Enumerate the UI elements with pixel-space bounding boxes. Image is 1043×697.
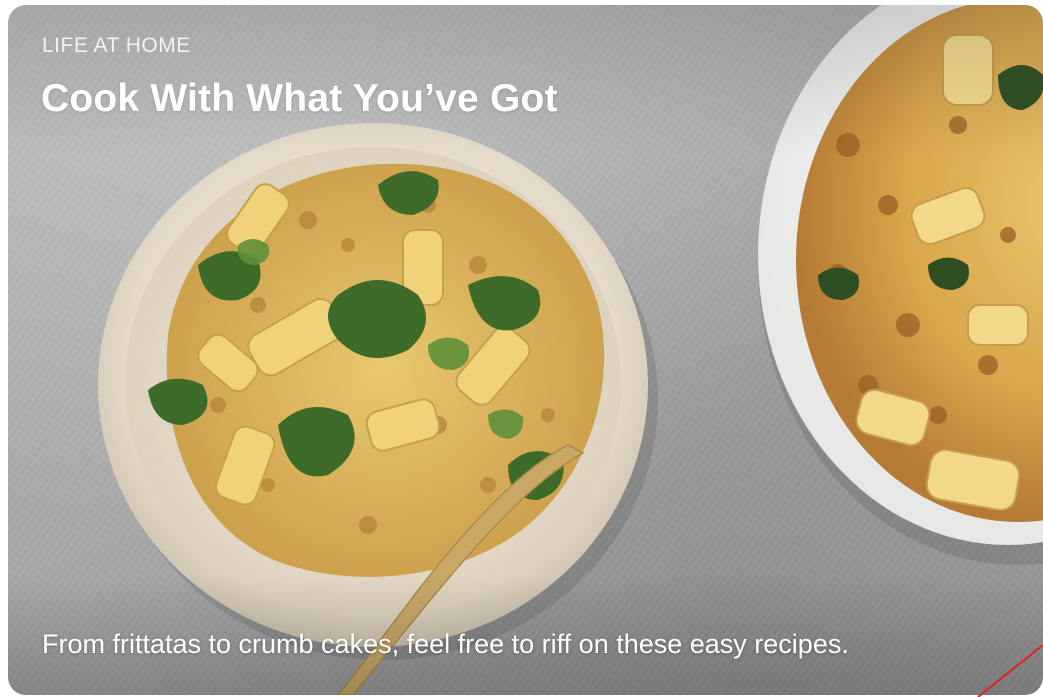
card-title: Cook With What You’ve Got xyxy=(41,77,558,120)
story-card[interactable]: LIFE AT HOME Cook With What You’ve Got F… xyxy=(8,5,1043,695)
card-eyebrow: LIFE AT HOME xyxy=(42,34,191,57)
card-caption: From frittatas to crumb cakes, feel free… xyxy=(42,629,849,659)
